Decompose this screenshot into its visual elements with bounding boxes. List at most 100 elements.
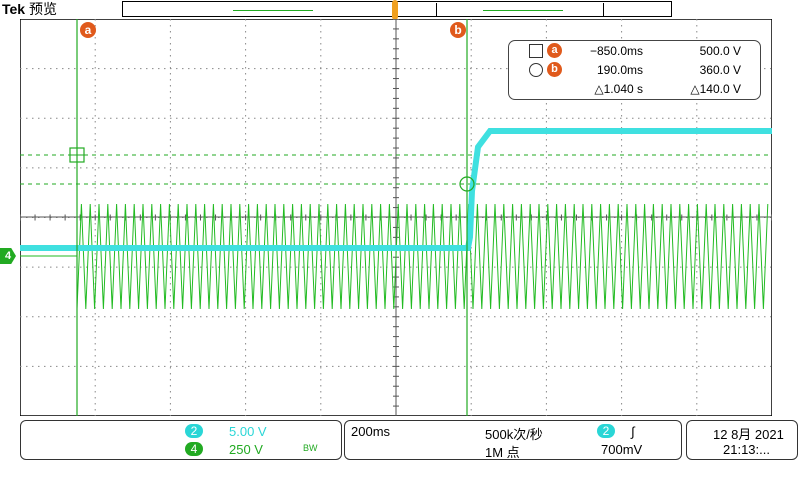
grid-dot <box>169 97 171 99</box>
channel-4-chip[interactable]: 4 <box>185 442 203 456</box>
grid-dot <box>245 385 247 387</box>
grid-dot <box>536 117 538 119</box>
grid-dot <box>696 187 698 189</box>
grid-dot <box>320 115 322 117</box>
trigger-source-chip[interactable]: 2 <box>597 424 615 438</box>
grid-dot <box>236 117 238 119</box>
grid-dot <box>68 316 70 318</box>
grid-dot <box>404 167 406 169</box>
grid-dot <box>320 187 322 189</box>
grid-dot <box>212 68 214 70</box>
grid-dot <box>320 337 322 339</box>
grid-dot <box>620 167 622 169</box>
grid-dot <box>696 175 698 177</box>
grid-dot <box>696 361 698 363</box>
grid-dot <box>545 187 547 189</box>
grid-dot <box>770 68 772 70</box>
grid-dot <box>545 259 547 261</box>
grid-dot <box>740 117 742 119</box>
grid-dot <box>302 167 304 169</box>
grid-dot <box>284 266 286 268</box>
grid-dot <box>326 365 328 367</box>
grid-dot <box>554 167 556 169</box>
grid-dot <box>506 316 508 318</box>
grid-dot <box>314 266 316 268</box>
grid-dot <box>122 167 124 169</box>
channel-settings-panel[interactable]: 2 5.00 V 4 250 V BW <box>20 420 342 460</box>
grid-dot <box>710 266 712 268</box>
channel-4-ground-marker[interactable]: 4 <box>0 248 16 264</box>
timebase-trigger-panel[interactable]: 200ms 500k次/秒 1M 点 2 ∫ 700mV <box>344 420 682 460</box>
grid-dot <box>470 337 472 339</box>
grid-dot <box>632 167 634 169</box>
cursor-a-badge[interactable]: a <box>80 22 96 38</box>
grid-dot <box>545 331 547 333</box>
grid-dot <box>350 117 352 119</box>
grid-dot <box>169 169 171 171</box>
channel-2-chip[interactable]: 2 <box>185 424 203 438</box>
grid-dot <box>350 68 352 70</box>
grid-dot <box>356 316 358 318</box>
grid-dot <box>500 117 502 119</box>
grid-dot <box>80 266 82 268</box>
grid-dot <box>32 316 34 318</box>
grid-dot <box>494 117 496 119</box>
grid-dot <box>169 37 171 39</box>
grid-dot <box>176 365 178 367</box>
grid-dot <box>110 68 112 70</box>
cursor-b-badge[interactable]: b <box>450 22 466 38</box>
grid-dot <box>320 97 322 99</box>
grid-dot <box>80 117 82 119</box>
grid-dot <box>236 167 238 169</box>
grid-dot <box>545 367 547 369</box>
grid-dot <box>245 67 247 69</box>
grid-dot <box>278 316 280 318</box>
grid-dot <box>662 316 664 318</box>
grid-dot <box>26 316 28 318</box>
grid-dot <box>169 151 171 153</box>
grid-dot <box>94 337 96 339</box>
grid-dot <box>248 117 250 119</box>
grid-dot <box>696 331 698 333</box>
grid-dot <box>458 316 460 318</box>
grid-dot <box>545 271 547 273</box>
grid-dot <box>554 117 556 119</box>
grid-dot <box>94 97 96 99</box>
grid-dot <box>128 167 130 169</box>
grid-dot <box>470 331 472 333</box>
grid-dot <box>464 68 466 70</box>
grid-dot <box>578 167 580 169</box>
grid-dot <box>146 167 148 169</box>
grid-dot <box>320 319 322 321</box>
grid-dot <box>134 316 136 318</box>
grid-dot <box>470 91 472 93</box>
grid-dot <box>696 307 698 309</box>
grid-dot <box>428 167 430 169</box>
grid-dot <box>245 379 247 381</box>
grid-dot <box>170 117 172 119</box>
grid-dot <box>344 266 346 268</box>
grid-dot <box>104 167 106 169</box>
grid-dot <box>98 365 100 367</box>
date-time-panel: 12 8月 2021 21:13:... <box>686 420 798 460</box>
grid-dot <box>169 283 171 285</box>
grid-dot <box>626 266 628 268</box>
grid-dot <box>470 133 472 135</box>
cursor-readout-panel: a −850.0ms 500.0 V b 190.0ms 360.0 V △1.… <box>508 40 761 100</box>
record-waveform-left <box>233 10 313 11</box>
grid-dot <box>626 117 628 119</box>
grid-dot <box>428 365 430 367</box>
grid-dot <box>326 316 328 318</box>
grid-dot <box>116 117 118 119</box>
grid-dot <box>146 365 148 367</box>
grid-dot <box>152 316 154 318</box>
grid-dot <box>494 167 496 169</box>
grid-dot <box>320 301 322 303</box>
grid-dot <box>245 391 247 393</box>
grid-dot <box>212 365 214 367</box>
grid-dot <box>572 117 574 119</box>
trigger-position-marker[interactable] <box>392 0 398 20</box>
grid-dot <box>696 193 698 195</box>
grid-dot <box>266 117 268 119</box>
grid-dot <box>94 175 96 177</box>
